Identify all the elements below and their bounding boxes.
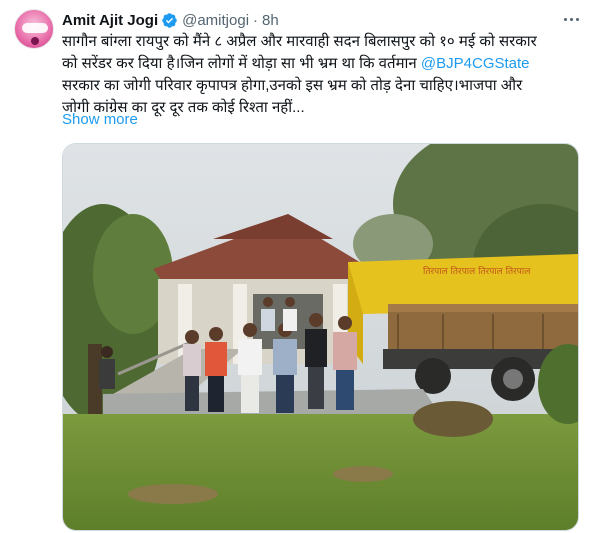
tweet-text-line: सरकार का जोगी परिवार कृपापत्र होगा,उनको …	[62, 77, 523, 94]
mention-link[interactable]: @BJP4CGState	[421, 55, 530, 72]
tweet-text-line: को सरेंडर कर दिया है।जिन लोगों में थोड़ा…	[62, 55, 530, 72]
tweet-card[interactable]: Amit Ajit Jogi @amitjogi · 8h सागौन बांग…	[0, 0, 598, 533]
header-separator: ·	[253, 11, 259, 29]
author-avatar[interactable]	[14, 9, 54, 49]
show-more-link[interactable]: Show more	[62, 111, 138, 128]
tweet-timestamp[interactable]: 8h	[262, 12, 279, 29]
more-options-icon[interactable]	[560, 10, 582, 28]
tweet-header: Amit Ajit Jogi @amitjogi · 8h	[62, 10, 279, 30]
tweet-text-line: सागौन बांग्ला रायपुर को मैंने ८ अप्रैल औ…	[62, 33, 537, 50]
tweet-text-line: जोगी कांग्रेस का दूर दूर तक कोई रिश्ता न…	[62, 99, 305, 116]
photo-scene: तिरपाल तिरपाल तिरपाल तिरपाल	[63, 144, 578, 530]
avatar-graphic	[22, 23, 48, 33]
tweet-photo[interactable]: तिरपाल तिरपाल तिरपाल तिरपाल	[62, 143, 579, 531]
author-handle[interactable]: @amitjogi	[182, 12, 249, 29]
author-name[interactable]: Amit Ajit Jogi	[62, 12, 158, 29]
verified-badge-icon	[161, 12, 178, 29]
tweet-text: सागौन बांग्ला रायपुर को मैंने ८ अप्रैल औ…	[62, 31, 582, 119]
avatar-graphic-dot	[31, 37, 39, 45]
truck-banner-text: तिरपाल तिरपाल तिरपाल तिरपाल	[423, 265, 531, 277]
